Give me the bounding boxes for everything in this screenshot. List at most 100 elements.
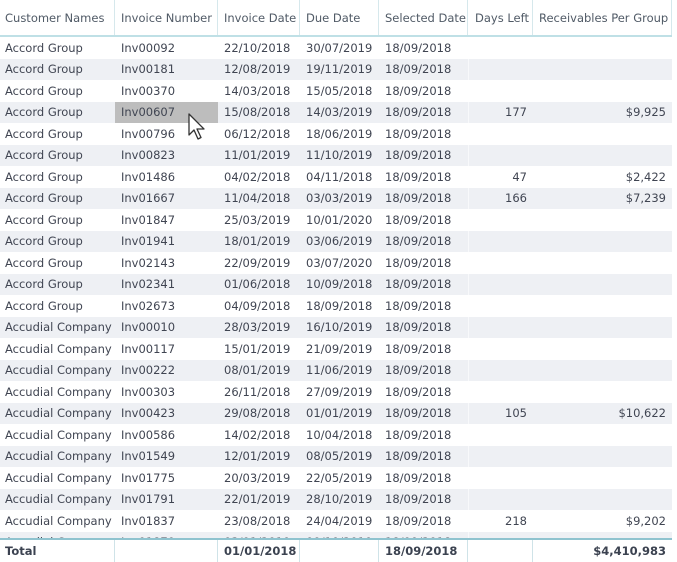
selected-date-cell[interactable]: 18/09/2018	[379, 166, 468, 188]
receivables-per-group-cell[interactable]	[533, 467, 672, 489]
days-left-cell[interactable]	[468, 467, 533, 489]
invoice-number-cell[interactable]: Inv02143	[115, 252, 218, 274]
selected-date-cell[interactable]: 18/09/2018	[379, 338, 468, 360]
receivables-per-group-cell[interactable]	[533, 360, 672, 382]
selected-date-cell[interactable]: 18/09/2018	[379, 231, 468, 253]
selected-date-cell[interactable]: 18/09/2018	[379, 381, 468, 403]
days-left-cell[interactable]	[468, 230, 533, 252]
invoice-number-cell[interactable]: Inv00370	[115, 80, 218, 102]
days-left-cell[interactable]	[468, 424, 533, 446]
customer-name-cell[interactable]: Accord Group	[0, 166, 115, 188]
due-date-cell[interactable]: 10/09/2018	[300, 274, 379, 296]
invoice-date-cell[interactable]: 15/01/2019	[218, 338, 300, 360]
days-left-cell[interactable]	[468, 316, 533, 338]
table-row[interactable]: Accord Group Inv00796 06/12/2018 18/06/2019…	[0, 123, 672, 145]
selected-date-cell[interactable]: 18/09/2018	[379, 80, 468, 102]
selected-date-cell[interactable]: 18/09/2018	[379, 510, 468, 532]
days-left-cell[interactable]	[468, 381, 533, 403]
receivables-per-group-cell[interactable]	[533, 252, 672, 274]
invoice-number-cell[interactable]: Inv01791	[115, 489, 218, 511]
invoice-date-cell[interactable]: 29/08/2018	[218, 403, 300, 425]
days-left-cell[interactable]	[468, 488, 533, 510]
selected-date-cell[interactable]: 18/09/2018	[379, 489, 468, 511]
table-row[interactable]: Accudial Company Inv00222 08/01/2019 11/06/…	[0, 359, 672, 382]
selected-date-cell[interactable]: 18/09/2018	[379, 295, 468, 317]
customer-name-cell[interactable]: Accudial Company	[0, 360, 115, 382]
selected-date-cell[interactable]: 18/09/2018	[379, 403, 468, 425]
table-row[interactable]: Accord Group Inv00181 12/08/2019 19/11/2019…	[0, 58, 672, 81]
due-date-cell[interactable]: 11/10/2019	[300, 145, 379, 167]
days-left-cell[interactable]	[468, 144, 533, 166]
table-row[interactable]: Accord Group Inv00092 22/10/2018 30/07/2019…	[0, 37, 672, 59]
customer-name-cell[interactable]: Accord Group	[0, 123, 115, 145]
receivables-per-group-cell[interactable]	[533, 209, 672, 231]
table-row[interactable]: Accudial Company Inv00586 14/02/2018 10/04/…	[0, 424, 672, 446]
receivables-per-group-cell[interactable]	[533, 317, 672, 339]
invoice-date-cell[interactable]: 11/04/2018	[218, 188, 300, 210]
days-left-cell[interactable]	[468, 338, 533, 360]
invoice-number-cell[interactable]: Inv00222	[115, 360, 218, 382]
receivables-per-group-cell[interactable]	[533, 338, 672, 360]
invoice-number-cell[interactable]: Inv01549	[115, 446, 218, 468]
invoice-date-cell[interactable]: 11/01/2019	[218, 145, 300, 167]
column-header-receivables-per-group[interactable]: Receivables Per Group	[533, 0, 672, 35]
invoice-date-cell[interactable]: 12/08/2019	[218, 59, 300, 81]
receivables-per-group-cell[interactable]: $10,622	[533, 403, 672, 425]
due-date-cell[interactable]: 27/09/2019	[300, 381, 379, 403]
customer-name-cell[interactable]: Accord Group	[0, 209, 115, 231]
customer-name-cell[interactable]: Accord Group	[0, 252, 115, 274]
invoice-number-cell[interactable]: Inv00181	[115, 59, 218, 81]
table-row[interactable]: Accord Group Inv02143 22/09/2019 03/07/2020…	[0, 252, 672, 274]
due-date-cell[interactable]: 11/06/2019	[300, 360, 379, 382]
selected-date-cell[interactable]: 18/09/2018	[379, 424, 468, 446]
due-date-cell[interactable]: 10/04/2018	[300, 424, 379, 446]
receivables-per-group-cell[interactable]: $9,202	[533, 510, 672, 532]
selected-date-cell[interactable]: 18/09/2018	[379, 123, 468, 145]
table-row[interactable]: Accudial Company Inv01837 23/08/2018 24/04/…	[0, 510, 672, 532]
days-left-cell[interactable]	[468, 80, 533, 102]
invoice-date-cell[interactable]: 22/10/2018	[218, 37, 300, 59]
due-date-cell[interactable]: 16/10/2019	[300, 317, 379, 339]
invoice-number-cell[interactable]: Inv00303	[115, 381, 218, 403]
selected-date-cell[interactable]: 18/09/2018	[379, 37, 468, 59]
invoice-number-cell[interactable]: Inv00092	[115, 37, 218, 59]
selected-date-cell[interactable]: 18/09/2018	[379, 102, 468, 124]
receivables-per-group-cell[interactable]	[533, 295, 672, 317]
selected-date-cell[interactable]: 18/09/2018	[379, 59, 468, 81]
due-date-cell[interactable]: 14/03/2019	[300, 102, 379, 124]
customer-name-cell[interactable]: Accord Group	[0, 80, 115, 102]
customer-name-cell[interactable]: Accord Group	[0, 37, 115, 59]
days-left-cell[interactable]: 105	[468, 402, 533, 424]
invoice-date-cell[interactable]: 18/01/2019	[218, 231, 300, 253]
invoice-number-cell[interactable]: Inv01775	[115, 467, 218, 489]
table-row[interactable]: Accudial Company Inv00303 26/11/2018 27/09/…	[0, 381, 672, 403]
table-row[interactable]: Accudial Company Inv01549 12/01/2019 08/05/…	[0, 445, 672, 468]
customer-name-cell[interactable]: Accudial Company	[0, 381, 115, 403]
days-left-cell[interactable]	[468, 273, 533, 295]
selected-date-cell[interactable]: 18/09/2018	[379, 467, 468, 489]
invoice-number-cell[interactable]: Inv00823	[115, 145, 218, 167]
table-row[interactable]: Accudial Company Inv00010 28/03/2019 16/10/…	[0, 316, 672, 339]
due-date-cell[interactable]: 03/03/2019	[300, 188, 379, 210]
column-header-invoice-number[interactable]: Invoice Number	[115, 0, 218, 35]
customer-name-cell[interactable]: Accudial Company	[0, 467, 115, 489]
invoice-number-cell[interactable]: Inv02341	[115, 274, 218, 296]
customer-name-cell[interactable]: Accudial Company	[0, 403, 115, 425]
invoice-date-cell[interactable]: 22/01/2019	[218, 489, 300, 511]
table-row[interactable]: Accord Group Inv00607 15/08/2018 14/03/2019…	[0, 101, 672, 124]
days-left-cell[interactable]: 47	[468, 166, 533, 188]
customer-name-cell[interactable]: Accudial Company	[0, 317, 115, 339]
invoice-date-cell[interactable]: 28/03/2019	[218, 317, 300, 339]
due-date-cell[interactable]: 24/04/2019	[300, 510, 379, 532]
table-row[interactable]: Accudial Company Inv01775 20/03/2019 22/05/…	[0, 467, 672, 489]
column-header-due-date[interactable]: Due Date	[300, 0, 379, 35]
receivables-per-group-cell[interactable]	[533, 80, 672, 102]
days-left-cell[interactable]: 177	[468, 101, 533, 123]
selected-date-cell[interactable]: 18/09/2018	[379, 188, 468, 210]
invoice-date-cell[interactable]: 23/08/2018	[218, 510, 300, 532]
table-row[interactable]: Accudial Company Inv00117 15/01/2019 21/09/…	[0, 338, 672, 360]
customer-name-cell[interactable]: Accord Group	[0, 102, 115, 124]
invoice-date-cell[interactable]: 15/08/2018	[218, 102, 300, 124]
receivables-per-group-cell[interactable]	[533, 37, 672, 59]
days-left-cell[interactable]: 166	[468, 187, 533, 209]
